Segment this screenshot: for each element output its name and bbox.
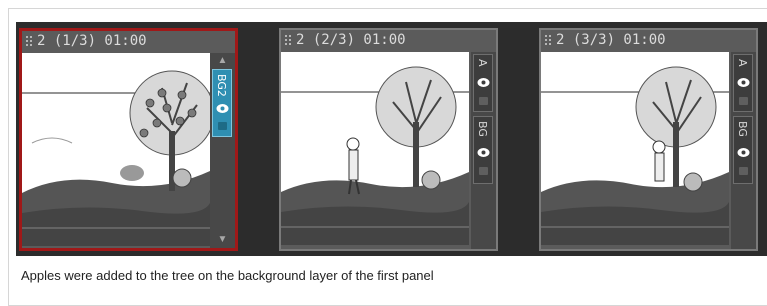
panel-1[interactable]: 2 (1/3) 01:00 ▲ BG2 ▼ (19, 28, 238, 251)
eye-icon[interactable] (216, 103, 229, 114)
layer-column: A BG (471, 52, 496, 249)
drag-grip-icon[interactable] (544, 34, 552, 47)
panel-header[interactable]: 2 (2/3) 01:00 (281, 30, 496, 50)
panel-drawing-canvas[interactable] (541, 52, 729, 245)
lock-icon[interactable] (479, 167, 488, 175)
eye-icon[interactable] (737, 77, 750, 88)
layer-name: BG (736, 121, 749, 137)
layer-name: A (736, 59, 749, 67)
eye-icon[interactable] (477, 77, 490, 88)
layer-tab-a[interactable]: A (733, 54, 753, 112)
layer-column: A BG (731, 52, 756, 249)
lock-icon[interactable] (218, 122, 227, 130)
panel-drawing-canvas[interactable] (281, 52, 469, 245)
drag-grip-icon[interactable] (25, 35, 33, 48)
layer-tab-bg[interactable]: BG (733, 116, 753, 184)
scene-drawing (281, 66, 469, 245)
scroll-down-arrow-icon[interactable]: ▼ (215, 234, 230, 246)
figure-caption: Apples were added to the tree on the bac… (21, 268, 434, 283)
panel-header[interactable]: 2 (3/3) 01:00 (541, 30, 756, 50)
drag-grip-icon[interactable] (284, 34, 292, 47)
panel-2[interactable]: 2 (2/3) 01:00 A BG (279, 28, 498, 251)
scene-drawing (22, 70, 210, 246)
eye-icon[interactable] (477, 147, 490, 158)
panel-title: 2 (2/3) 01:00 (296, 32, 406, 48)
panel-title: 2 (3/3) 01:00 (556, 32, 666, 48)
scroll-up-arrow-icon[interactable]: ▲ (215, 55, 230, 67)
eye-icon[interactable] (737, 147, 750, 158)
storyboard-panel-strip: 2 (1/3) 01:00 ▲ BG2 ▼ 2 (2/3) 01:00 A BG… (16, 22, 767, 256)
layer-tab-a[interactable]: A (473, 54, 493, 112)
layer-column: ▲ BG2 ▼ (210, 53, 235, 248)
layer-tab-bg[interactable]: BG (473, 116, 493, 184)
lock-icon[interactable] (739, 97, 748, 105)
scene-drawing (541, 66, 729, 245)
panel-title: 2 (1/3) 01:00 (37, 33, 147, 49)
layer-tab-bg2[interactable]: BG2 (212, 69, 232, 137)
lock-icon[interactable] (479, 97, 488, 105)
lock-icon[interactable] (739, 167, 748, 175)
layer-name: A (476, 59, 489, 67)
panel-drawing-canvas[interactable] (22, 53, 210, 246)
panel-header[interactable]: 2 (1/3) 01:00 (22, 31, 235, 51)
layer-name: BG2 (215, 74, 228, 97)
layer-name: BG (476, 121, 489, 137)
panel-3[interactable]: 2 (3/3) 01:00 A BG (539, 28, 758, 251)
